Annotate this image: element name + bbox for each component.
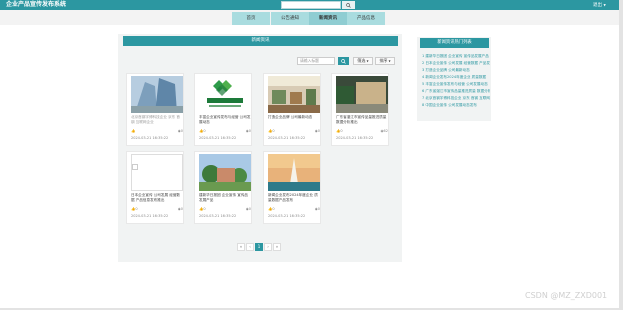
like-count: 0	[272, 207, 275, 211]
like-count: 0	[203, 207, 206, 211]
news-title: 丰富企业宣传发布与经营 公司发展动态	[199, 115, 251, 124]
news-date: 2024-03-21 16:35:22	[199, 136, 237, 140]
news-card[interactable]: 广东省湛江市宣传品量推进质量 数据分析推出 👍0 ◉62 2024-03-21 1…	[331, 73, 389, 146]
news-date: 2024-03-21 16:35:22	[131, 214, 169, 218]
sidebar-news-item[interactable]: 5 丰富企业宣传发布与经营 公司发展动态	[422, 82, 490, 87]
news-title: 广东省湛江市宣传品量推进质量 数据分析推出	[336, 115, 387, 124]
news-meta: 👍0 ◉0	[268, 129, 320, 134]
news-search-button[interactable]	[338, 57, 349, 65]
page-next-button[interactable]: ›	[264, 243, 272, 251]
sidebar-news-item[interactable]: 3 打造企业品牌 公司最新动态	[422, 68, 490, 73]
sidebar-news-item[interactable]: 7 北京首钢宇博科技企业 京东 首钢 互联网企业	[422, 96, 490, 101]
view-count: 0	[180, 207, 183, 211]
news-card[interactable]: 日本企业宣传 公司发展 经营数据 产品信息发布推出 👍0 ◉0 2024-03-2…	[126, 151, 184, 224]
news-date: 2024-03-21 16:35:22	[268, 136, 306, 140]
news-card[interactable]: 新闻企业发布2024年度企业 质量数据产品发布 👍0 ◉0 2024-03-21 …	[263, 151, 321, 224]
news-meta: 👍0 ◉0	[199, 129, 251, 134]
news-date: 2024-03-21 16:35:22	[199, 214, 237, 218]
news-card[interactable]: 北京首钢宇博科技企业 京东 首钢 互联网企业 👍 ◉0 2024-03-21 16…	[126, 73, 184, 146]
news-title: 建新华日报团 企业宣传 宣传品发展产品	[199, 193, 249, 202]
watermark: CSDN @MZ_ZXD001	[525, 291, 608, 300]
chevron-down-icon: ▼	[603, 3, 606, 7]
main-content	[118, 34, 402, 262]
news-title: 日本企业宣传 公司发展 经营数据 产品信息发布推出	[131, 193, 181, 202]
global-search-button[interactable]	[342, 1, 355, 9]
news-title: 新闻企业发布2024年度企业 质量数据产品发布	[268, 193, 318, 202]
sidebar-news-item[interactable]: 8 中国企业宣传 公司发展动态发布	[422, 103, 490, 108]
page-1-button[interactable]: 1	[255, 243, 263, 251]
like-count: 0	[135, 207, 138, 211]
view-count: 0	[317, 207, 320, 211]
search-icon	[341, 58, 346, 64]
sidebar-title: 新闻资讯热门列表	[420, 38, 489, 48]
sidebar-news-item[interactable]: 2 日本企业宣传 公司发展 经营数据 产品发布推出	[422, 61, 490, 66]
like-count: 0	[272, 129, 275, 133]
filter-label: 筛选	[357, 58, 366, 63]
news-date: 2024-03-21 16:35:22	[336, 136, 374, 140]
news-card[interactable]: 建新华日报团 企业宣传 宣传品发展产品 👍0 ◉0 2024-03-21 16:3…	[194, 151, 252, 224]
news-image	[199, 154, 251, 191]
filter-select[interactable]: 筛选 ▼	[353, 57, 373, 65]
sort-label: 排序	[379, 58, 388, 63]
news-title: 打造企业品牌 公司最新动态	[268, 115, 313, 119]
news-date: 2024-03-21 16:35:22	[131, 136, 169, 140]
news-image	[336, 76, 388, 113]
sidebar-news-item[interactable]: 1 建新华日报团 企业宣传 宣传品发展产品	[422, 54, 490, 59]
news-meta: 👍 ◉0	[131, 129, 183, 134]
news-card[interactable]: 打造企业品牌 公司最新动态 👍0 ◉0 2024-03-21 16:35:22	[263, 73, 321, 146]
page-last-button[interactable]: »	[273, 243, 281, 251]
like-count: 0	[340, 129, 343, 133]
logout-label: 退出	[593, 3, 602, 8]
sidebar-news-item[interactable]: 6 广东省湛江市宣传品量推进质量 数据分析	[422, 89, 490, 94]
news-meta: 👍0 ◉0	[268, 207, 320, 212]
tab-notices[interactable]: 公告通知	[271, 12, 309, 25]
view-count: 0	[248, 129, 251, 133]
sidebar-news-item[interactable]: 4 新闻企业发布2024年度企业 质量数据	[422, 75, 490, 80]
view-count: 0	[180, 129, 183, 133]
panel-title: 新闻资讯	[123, 36, 398, 46]
tab-news[interactable]: 新闻资讯	[309, 12, 347, 25]
news-meta: 👍0 ◉62	[336, 129, 388, 134]
page-first-button[interactable]: «	[237, 243, 245, 251]
news-title: 北京首钢宇博科技企业 京东 首钢 互联网企业	[131, 115, 181, 124]
news-date: 2024-03-21 16:35:22	[268, 214, 306, 218]
chevron-down-icon: ▼	[366, 60, 369, 63]
global-search-box[interactable]	[281, 1, 341, 20]
view-count: 62	[383, 129, 388, 133]
news-image	[131, 76, 183, 113]
news-meta: 👍0 ◉0	[199, 207, 251, 212]
broken-image-icon	[132, 164, 138, 170]
like-count: 0	[203, 129, 206, 133]
like-icon: 👍	[131, 129, 136, 133]
news-image	[268, 76, 320, 113]
logout-button[interactable]: 退出 ▼	[593, 1, 606, 10]
tab-products[interactable]: 产品信息	[347, 12, 385, 25]
view-count: 0	[317, 129, 320, 133]
news-search-input[interactable]: 请输入标题	[297, 57, 335, 65]
news-image	[199, 76, 251, 113]
news-image	[268, 154, 320, 191]
news-meta: 👍0 ◉0	[131, 207, 183, 212]
news-image	[131, 154, 183, 191]
search-icon	[346, 2, 351, 8]
chevron-down-icon: ▼	[388, 60, 391, 63]
sort-select[interactable]: 排序 ▼	[375, 57, 395, 65]
view-count: 0	[248, 207, 251, 211]
brand-title: 企业产品宣传发布系统	[6, 1, 67, 8]
news-card[interactable]: 丰富企业宣传发布与经营 公司发展动态 👍0 ◉0 2024-03-21 16:35…	[194, 73, 252, 146]
page-prev-button[interactable]: ‹	[246, 243, 254, 251]
tab-home[interactable]: 首页	[232, 12, 270, 25]
